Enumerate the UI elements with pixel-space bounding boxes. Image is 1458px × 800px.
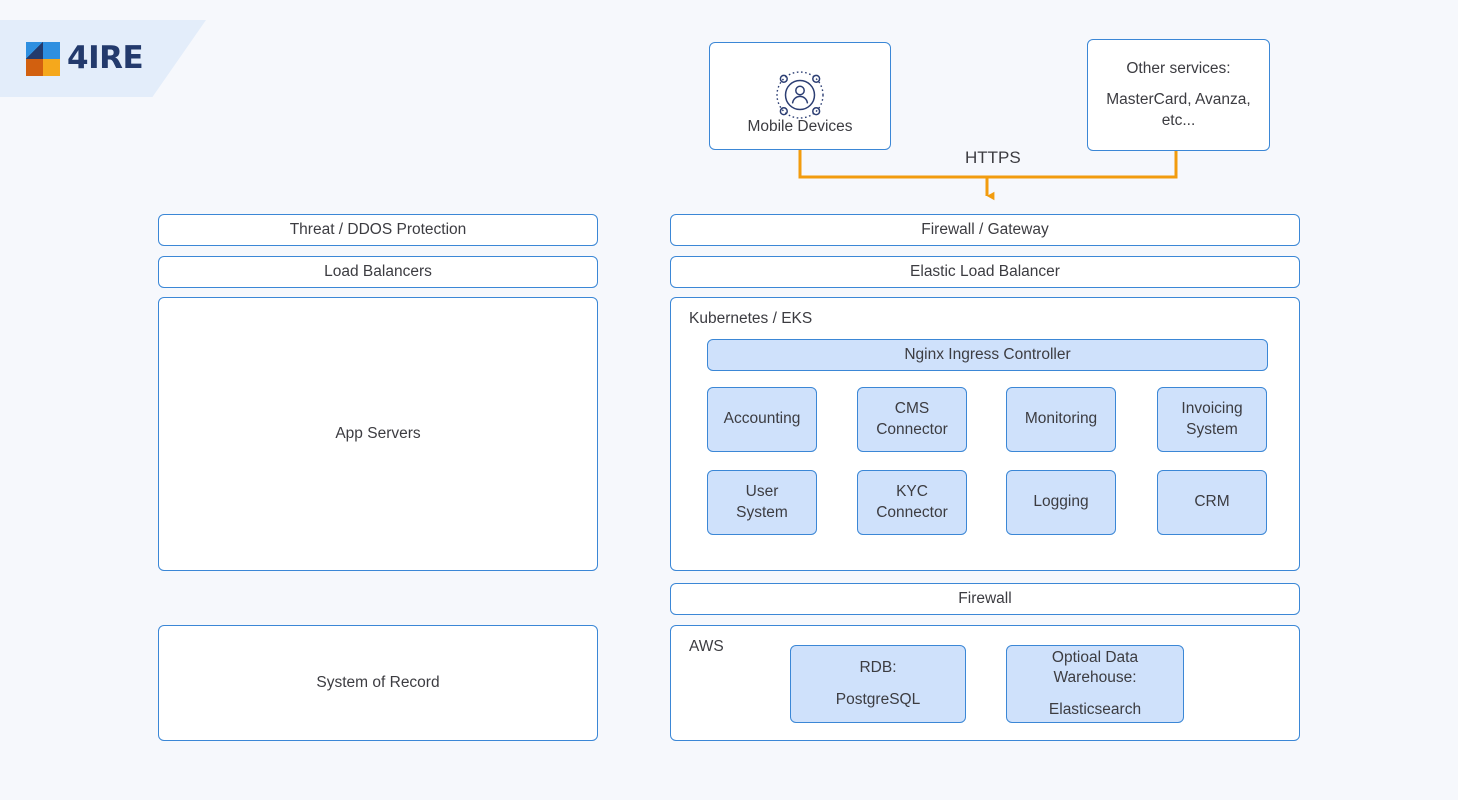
node-label: Monitoring	[1024, 410, 1098, 428]
other-services-line2: MasterCard, Avanza,	[1106, 91, 1251, 109]
node-label: Optioal Data	[1051, 649, 1139, 667]
node-service-invoicing-system[interactable]: Invoicing System	[1157, 387, 1267, 452]
logo-mark-icon	[26, 42, 60, 76]
node-app-servers[interactable]: App Servers	[158, 297, 598, 571]
node-threat-ddos-protection[interactable]: Threat / DDOS Protection	[158, 214, 598, 246]
node-store-rdb-postgresql[interactable]: RDB: PostgreSQL	[790, 645, 966, 723]
node-label: Firewall	[958, 589, 1012, 607]
node-label: Nginx Ingress Controller	[904, 345, 1071, 363]
node-label-2: System	[1186, 420, 1238, 438]
other-services-line3: etc...	[1161, 111, 1196, 129]
node-service-logging[interactable]: Logging	[1006, 470, 1116, 535]
node-label: Firewall / Gateway	[921, 220, 1049, 238]
node-label-2: Connector	[876, 420, 948, 438]
node-label-3: Elasticsearch	[1048, 700, 1142, 718]
node-label: CMS	[894, 400, 930, 418]
users-network-icon	[776, 71, 824, 119]
node-service-user-system[interactable]: User System	[707, 470, 817, 535]
node-other-services[interactable]: Other services: MasterCard, Avanza, etc.…	[1087, 39, 1270, 151]
container-kubernetes-eks[interactable]: Kubernetes / EKS Nginx Ingress Controlle…	[670, 297, 1300, 571]
node-mobile-devices[interactable]: Mobile Devices	[709, 42, 891, 150]
node-label: Invoicing	[1181, 400, 1243, 418]
node-label-2: PostgreSQL	[835, 690, 921, 708]
node-label: Elastic Load Balancer	[910, 262, 1060, 280]
node-label: CRM	[1194, 493, 1230, 511]
node-label-2: System	[736, 503, 788, 521]
node-service-monitoring[interactable]: Monitoring	[1006, 387, 1116, 452]
node-load-balancers[interactable]: Load Balancers	[158, 256, 598, 288]
node-service-kyc-connector[interactable]: KYC Connector	[857, 470, 967, 535]
connector-label-https: HTTPS	[958, 148, 1028, 168]
container-title-kubernetes: Kubernetes / EKS	[689, 310, 813, 327]
brand-logo: 4IRE	[26, 39, 144, 76]
node-label: KYC	[896, 483, 928, 501]
node-service-crm[interactable]: CRM	[1157, 470, 1267, 535]
node-label: Accounting	[723, 410, 801, 428]
node-firewall-gateway[interactable]: Firewall / Gateway	[670, 214, 1300, 246]
node-label: Load Balancers	[324, 262, 432, 280]
container-title-aws: AWS	[689, 638, 724, 655]
node-system-of-record[interactable]: System of Record	[158, 625, 598, 741]
node-label: App Servers	[335, 424, 421, 442]
other-services-title: Other services:	[1126, 60, 1231, 78]
node-label: System of Record	[316, 673, 440, 691]
node-label: Logging	[1033, 493, 1089, 511]
node-elastic-load-balancer[interactable]: Elastic Load Balancer	[670, 256, 1300, 288]
logo-wordmark: 4IRE	[67, 39, 144, 76]
node-label: Threat / DDOS Protection	[289, 220, 467, 238]
node-label-2: Connector	[876, 503, 948, 521]
node-label-mobile-devices: Mobile Devices	[747, 118, 853, 135]
node-label: User	[745, 483, 779, 501]
node-service-cms-connector[interactable]: CMS Connector	[857, 387, 967, 452]
node-firewall[interactable]: Firewall	[670, 583, 1300, 615]
container-aws[interactable]: AWS RDB: PostgreSQL Optioal Data Warehou…	[670, 625, 1300, 741]
node-store-data-warehouse[interactable]: Optioal Data Warehouse: Elasticsearch	[1006, 645, 1184, 723]
node-label-2: Warehouse:	[1053, 669, 1137, 687]
node-service-accounting[interactable]: Accounting	[707, 387, 817, 452]
node-label: RDB:	[859, 659, 897, 677]
node-nginx-ingress-controller[interactable]: Nginx Ingress Controller	[707, 339, 1268, 371]
